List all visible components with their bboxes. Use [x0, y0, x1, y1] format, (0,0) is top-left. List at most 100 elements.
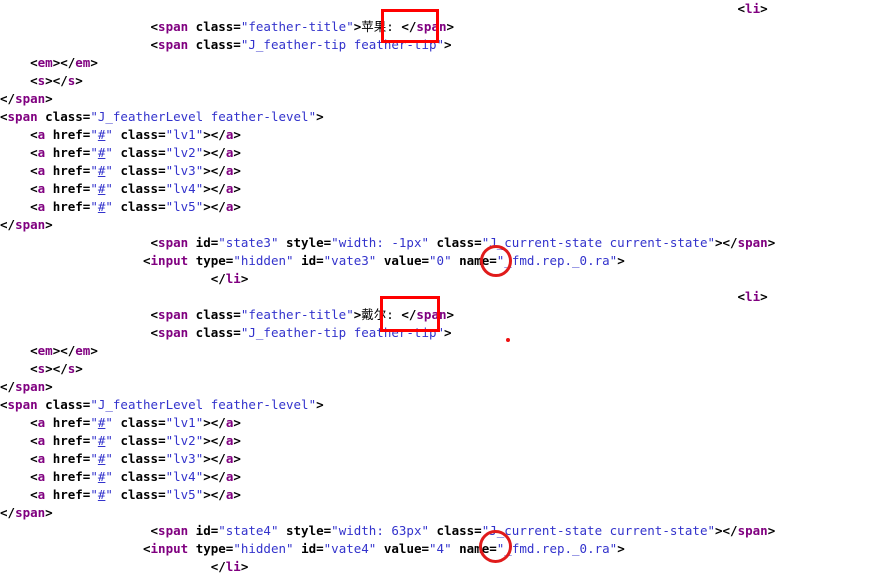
code-token-gap	[0, 541, 143, 556]
code-token-punct: <	[150, 325, 159, 340]
code-token-tag: span	[158, 307, 189, 322]
code-token-punct: >	[233, 145, 241, 160]
code-token-gap	[0, 73, 30, 88]
code-token-val: "	[105, 415, 113, 430]
code-token-punct: >	[444, 325, 452, 340]
code-token-attr: name=	[451, 253, 497, 268]
code-token-attr: href=	[45, 487, 91, 502]
code-token-attr: class=	[112, 451, 166, 466]
code-token-gap	[0, 307, 151, 322]
code-token-punct: >	[316, 397, 324, 412]
code-token-punct: >	[446, 307, 455, 322]
code-token-punct: <	[30, 469, 38, 484]
code-token-punct: ></	[203, 127, 226, 142]
code-token-punct: >	[240, 271, 249, 286]
code-token-val: "J_featherLevel feather-level"	[90, 109, 317, 124]
code-token-attr: class=	[37, 109, 91, 124]
code-token-attr: class=	[112, 163, 166, 178]
code-token-val: "vate3"	[323, 253, 377, 268]
code-token-val: "_fmd.rep._0.ra"	[496, 541, 618, 556]
code-token-punct: </	[0, 217, 16, 232]
code-token-val: "	[90, 415, 98, 430]
code-token-attr: class=	[112, 469, 166, 484]
code-token-gap	[0, 523, 151, 538]
code-token-punct: ></	[203, 181, 226, 196]
code-token-attr: id=	[293, 253, 324, 268]
code-line: </span>	[0, 504, 53, 522]
code-token-punct: ></	[203, 487, 226, 502]
code-token-val: "lv4"	[165, 181, 204, 196]
code-line: </li>	[0, 270, 249, 288]
code-token-gap	[0, 127, 30, 142]
code-token-val: "	[90, 181, 98, 196]
code-token-val: "lv5"	[165, 487, 204, 502]
code-line: <li>	[0, 0, 768, 18]
code-token-gap	[0, 19, 151, 34]
code-token-tag: em	[75, 343, 91, 358]
code-token-attr: class=	[188, 37, 241, 52]
code-token-tag: span	[416, 307, 447, 322]
code-token-val: "lv4"	[165, 469, 204, 484]
code-token-val: "J_current-state current-state"	[481, 235, 715, 250]
code-token-punct: >	[233, 415, 241, 430]
code-token-punct: ></	[52, 55, 76, 70]
code-token-punct: >	[90, 55, 98, 70]
code-token-gap	[0, 559, 211, 574]
code-token-val: "J_current-state current-state"	[481, 523, 715, 538]
code-line: <a href="#" class="lv2"></a>	[0, 432, 241, 450]
code-token-tag: em	[37, 343, 53, 358]
code-token-attr: style=	[278, 235, 332, 250]
code-token-tag: span	[7, 397, 38, 412]
code-token-punct: >	[233, 181, 241, 196]
code-token-punct: >	[760, 1, 768, 16]
code-line: <span class="J_featherLevel feather-leve…	[0, 396, 324, 414]
code-token-punct: >	[444, 37, 452, 52]
code-token-gap	[0, 289, 738, 304]
code-token-punct: <	[150, 19, 159, 34]
code-token-tag: span	[158, 235, 189, 250]
code-token-punct: </	[0, 379, 16, 394]
code-token-punct: ></	[203, 469, 226, 484]
code-line: <span id="state4" style="width: 63px" cl…	[0, 522, 776, 540]
code-line: <a href="#" class="lv4"></a>	[0, 468, 241, 486]
code-token-punct: <	[150, 307, 159, 322]
code-token-val: "	[105, 145, 113, 160]
code-token-attr: href=	[45, 181, 91, 196]
code-token-val: "	[105, 199, 113, 214]
code-token-attr: href=	[45, 145, 91, 160]
code-token-val: "	[90, 163, 98, 178]
code-token-attr: id=	[293, 541, 324, 556]
code-token-attr: type=	[188, 253, 234, 268]
code-token-punct: ></	[203, 433, 226, 448]
code-token-punct: <	[30, 73, 38, 88]
code-token-punct: >	[233, 127, 241, 142]
code-token-tag: em	[37, 55, 53, 70]
code-line: <a href="#" class="lv3"></a>	[0, 162, 241, 180]
code-token-punct: ></	[52, 343, 76, 358]
code-token-punct: >	[617, 253, 625, 268]
code-token-punct: ></	[203, 415, 226, 430]
code-token-val: "J_feather-tip feather-tip"	[240, 37, 445, 52]
code-token-val: "	[90, 127, 98, 142]
code-token-punct: </	[0, 91, 16, 106]
code-token-punct: ></	[45, 361, 68, 376]
source-code-view[interactable]: <li> <span class="feather-title">苹果: </s…	[0, 0, 871, 574]
code-token-tag: span	[158, 325, 189, 340]
code-token-punct: >	[233, 163, 241, 178]
code-line: <span class="J_featherLevel feather-leve…	[0, 108, 324, 126]
code-token-attr: class=	[112, 127, 166, 142]
code-line: <span id="state3" style="width: -1px" cl…	[0, 234, 776, 252]
code-token-punct: ></	[45, 73, 68, 88]
code-token-val: "lv5"	[165, 199, 204, 214]
code-token-tag: span	[7, 109, 38, 124]
code-token-val: "4"	[429, 541, 452, 556]
code-token-gap	[0, 415, 30, 430]
code-token-tag: input	[150, 541, 189, 556]
code-token-tag: em	[75, 55, 91, 70]
code-token-punct: <	[30, 55, 38, 70]
code-token-attr: value=	[376, 253, 430, 268]
code-line: <a href="#" class="lv1"></a>	[0, 126, 241, 144]
code-token-punct: <	[30, 163, 38, 178]
code-token-punct: >	[45, 505, 53, 520]
code-line: <em></em>	[0, 342, 98, 360]
